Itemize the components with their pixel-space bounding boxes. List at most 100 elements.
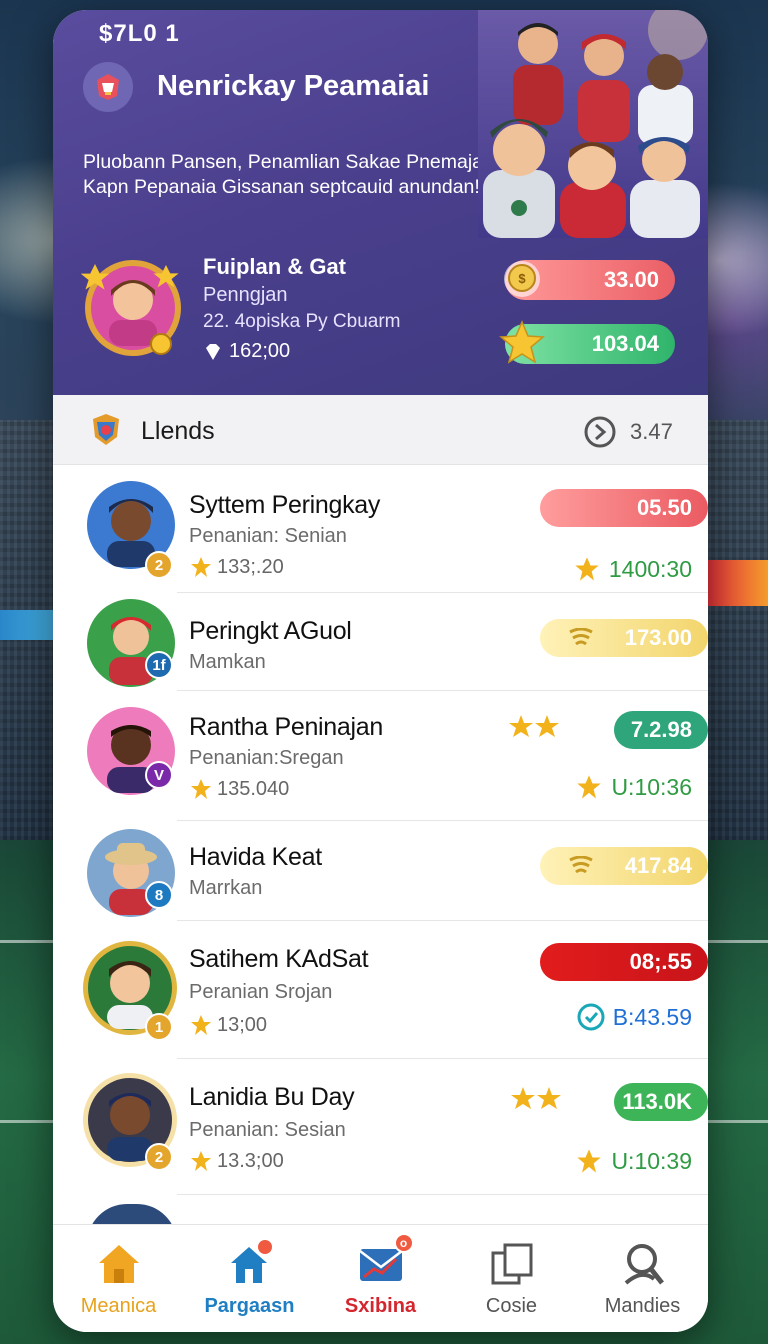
list-item[interactable]: 1 Satihem KAdSat Peranian Srojan 13;00 0…: [83, 921, 708, 1059]
player-points-value: 135.040: [217, 777, 290, 800]
nav-item-mandies[interactable]: Mandies: [577, 1225, 708, 1332]
score-value: 08;.55: [629, 949, 692, 974]
player-subtitle: Penanian:Sregan: [189, 747, 344, 769]
nav-label: Sxibina: [344, 1295, 417, 1317]
score-pill: 417.84: [540, 847, 708, 885]
nav-item-pargaasn[interactable]: Pargaasn: [184, 1225, 315, 1332]
status-time: $7L0 1: [99, 20, 180, 47]
tagline-line-2: Kapn Pepanaia Gissanan septcauid anundan…: [83, 176, 480, 198]
profile-avatar[interactable]: [81, 256, 185, 360]
star-icon: [191, 1015, 211, 1035]
svg-text:$: $: [518, 271, 526, 286]
nav-item-sxibina[interactable]: o Sxibina: [315, 1225, 446, 1332]
two-stars-icon: [509, 715, 559, 737]
star-icon: [575, 557, 599, 581]
rank-badge: 1: [145, 1013, 173, 1041]
list-item[interactable]: V Rantha Peninajan Penanian:Sregan 135.0…: [87, 691, 708, 821]
player-subtitle: Mamkan: [189, 651, 266, 673]
profile-score-red[interactable]: $ 33.00: [504, 260, 675, 300]
star-icon: [577, 775, 602, 799]
player-subtitle: Peranian Srojan: [189, 981, 333, 1003]
nav-label: Cosie: [485, 1295, 538, 1317]
crowd-right: [708, 420, 768, 840]
crest-icon: [93, 414, 119, 445]
house-notify-icon: [230, 1240, 272, 1283]
home-icon: [98, 1245, 139, 1283]
trophy-shield-icon[interactable]: [83, 62, 133, 112]
score-pill: 05.50: [540, 489, 708, 527]
player-time-value: 1400:30: [608, 555, 692, 582]
score-pill: 173.00: [540, 619, 708, 657]
score-value: 7.2.98: [630, 717, 692, 742]
clock-arrow-icon[interactable]: [583, 415, 617, 449]
star-icon: [577, 1149, 602, 1173]
app-title: Nenrickay Peamaiai: [157, 70, 430, 102]
list-item[interactable]: 2 Lanidia Bu Day Penanian: Sesian 13.3;0…: [83, 1059, 708, 1195]
rank-badge: 2: [145, 551, 173, 579]
profile-score-green-value: 103.04: [591, 331, 659, 356]
profile-icon: [624, 1244, 664, 1285]
player-time: 1400:30: [573, 555, 692, 583]
profile-detail: 22. 4opiska Py Cbuarm: [203, 311, 401, 332]
player-name: Havida Keat: [189, 843, 322, 871]
star-icon: [191, 779, 211, 799]
player-points: 13;00: [189, 1013, 267, 1037]
player-subtitle: Penanian: Sesian: [189, 1119, 346, 1141]
section-title: Llends: [141, 417, 215, 445]
nav-label: Mandies: [604, 1295, 681, 1317]
score-pill: 7.2.98: [614, 711, 708, 749]
nav-label: Meanica: [80, 1295, 157, 1317]
tagline: Pluobann Pansen, Penamlian Sakae Pnemaja…: [83, 150, 513, 200]
player-subtitle: Penanian: Senian: [189, 525, 347, 547]
star-icon: [499, 320, 545, 364]
player-points-value: 13;00: [217, 1013, 268, 1036]
player-subtitle: Marrkan: [189, 877, 263, 899]
player-name: Lanidia Bu Day: [189, 1083, 355, 1111]
rank-badge: 1f: [145, 651, 173, 679]
list-item[interactable]: 8 Havida Keat Marrkan 417.84: [87, 821, 708, 921]
coin-icon: $: [504, 261, 540, 297]
clock-icon: [577, 1003, 605, 1031]
notification-badge: o: [393, 1233, 414, 1253]
signal-icon: [569, 856, 593, 874]
leaderboard-header: Llends 3.47: [53, 395, 708, 465]
nav-item-cosie[interactable]: Cosie: [446, 1225, 577, 1332]
rank-badge: 8: [145, 881, 173, 909]
score-value: 173.00: [624, 625, 692, 650]
player-time-value: U:10:39: [611, 1147, 692, 1174]
list-item[interactable]: 2 Syttem Peringkay Penanian: Senian 133;…: [87, 465, 708, 593]
score-pill: 113.0K: [614, 1083, 708, 1121]
player-points-value: 133;.20: [217, 555, 284, 578]
list-item[interactable]: 1f Peringkt AGuol Mamkan 173.00: [87, 593, 708, 691]
player-time-value: B:43.59: [612, 1003, 692, 1030]
player-name: Satihem KAdSat: [189, 945, 369, 973]
profile-subtitle: Penngjan: [203, 284, 288, 306]
score-pill: 08;.55: [540, 943, 708, 981]
header: $7L0 1 Nenrickay Peamaiai Pluobann Panse…: [53, 10, 708, 395]
player-name: Syttem Peringkay: [189, 491, 381, 519]
player-points-value: 13.3;00: [217, 1149, 284, 1172]
player-time: U:10:39: [575, 1147, 692, 1175]
profile-score-green[interactable]: 103.04: [499, 320, 675, 364]
two-stars-icon: [511, 1087, 561, 1109]
star-icon: [191, 557, 211, 577]
players-illustration: [478, 10, 708, 238]
mail-chart-icon: o: [356, 1233, 414, 1289]
profile-score-red-value: 33.00: [603, 267, 659, 292]
nav-label: Pargaasn: [204, 1295, 295, 1317]
player-points: 135.040: [189, 777, 289, 801]
nav-item-home[interactable]: Meanica: [53, 1225, 184, 1332]
ad-board-right: [708, 560, 768, 606]
profile-points-value: 162;00: [229, 340, 291, 362]
player-points: 133;.20: [189, 555, 284, 579]
rank-badge: 2: [145, 1143, 173, 1171]
player-name: Peringkt AGuol: [189, 617, 352, 645]
profile-points: 162;00: [203, 340, 290, 363]
player-name: Rantha Peninajan: [189, 713, 383, 741]
player-points: 13.3;00: [189, 1149, 284, 1173]
leaderboard-list: 2 Syttem Peringkay Penanian: Senian 133;…: [53, 465, 708, 1195]
bottom-nav: Meanica Pargaasn o Sxibina Cosie Mandies: [53, 1224, 708, 1332]
score-value: 417.84: [624, 853, 692, 878]
score-value: 113.0K: [622, 1089, 692, 1114]
tagline-line-1: Pluobann Pansen, Penamlian Sakae Pnemaja…: [83, 151, 493, 173]
